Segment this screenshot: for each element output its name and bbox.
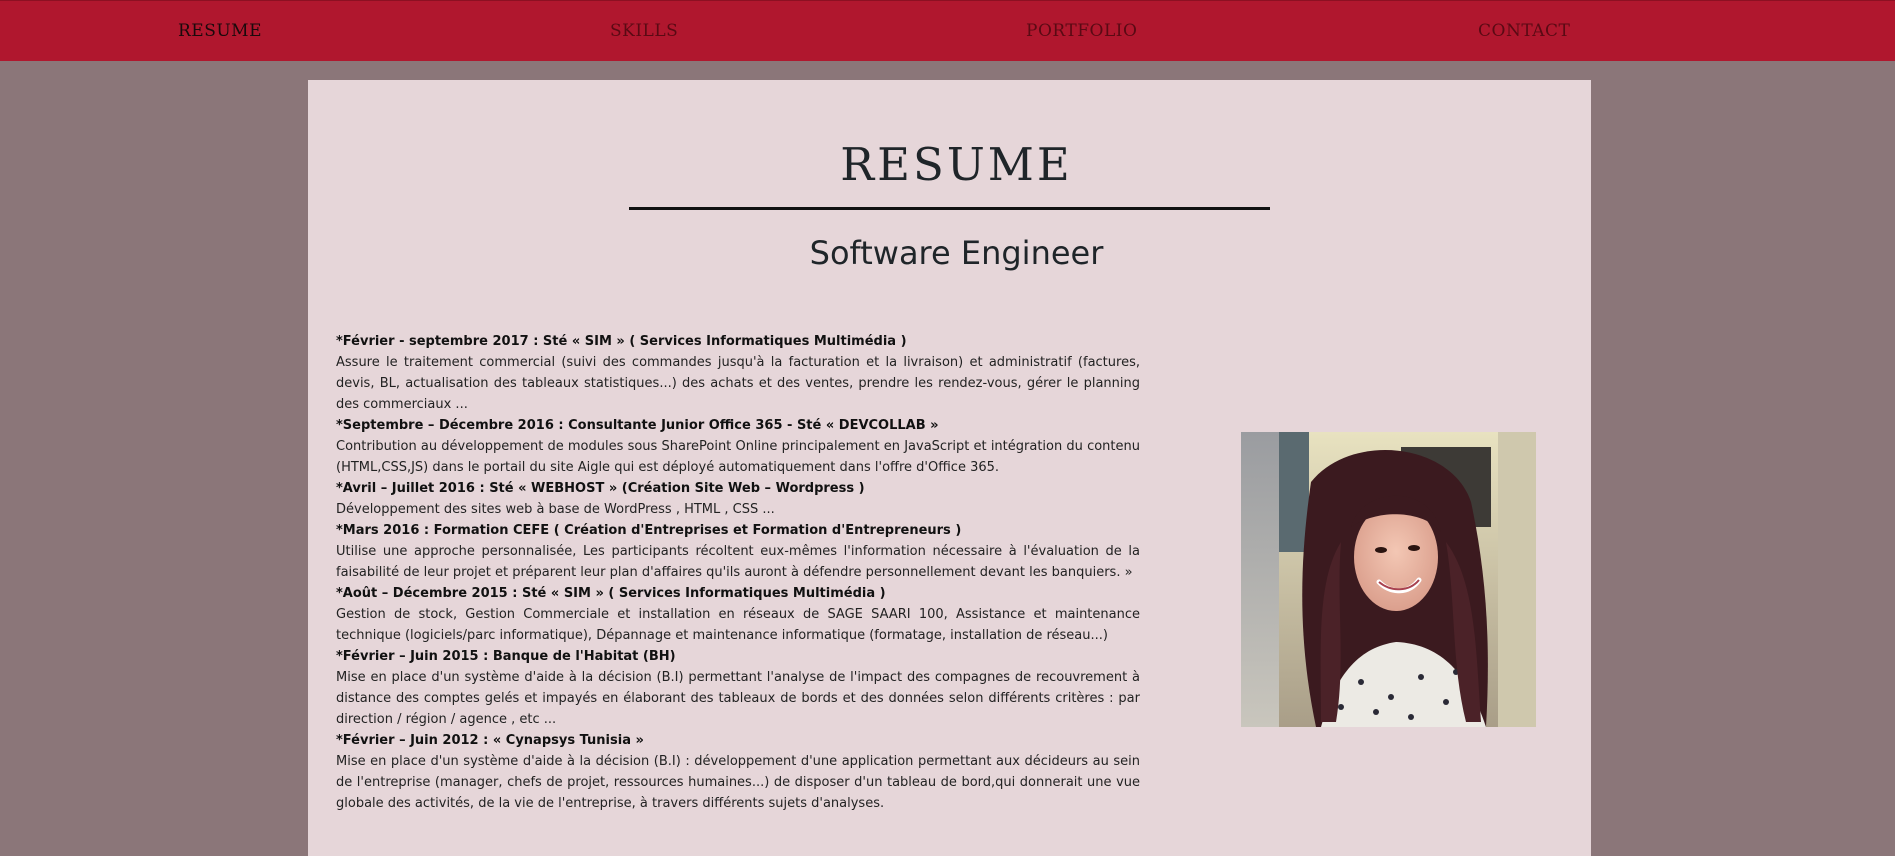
experience-heading: *Février – Juin 2015 : Banque de l'Habit… [336, 649, 676, 664]
nav-portfolio-link[interactable]: PORTFOLIO [1026, 21, 1137, 41]
experience-heading: *Septembre – Décembre 2016 : Consultante… [336, 418, 939, 433]
nav-skills-link[interactable]: SKILLS [610, 21, 678, 41]
nav-contact-link[interactable]: CONTACT [1478, 21, 1570, 41]
experience-item: *Septembre – Décembre 2016 : Consultante… [336, 415, 1140, 478]
experience-description: Assure le traitement commercial (suivi d… [336, 355, 1140, 412]
title-divider [629, 207, 1270, 210]
experience-heading: *Février – Juin 2012 : « Cynapsys Tunisi… [336, 733, 644, 748]
experience-heading: *Avril – Juillet 2016 : Sté « WEBHOST » … [336, 481, 865, 496]
experience-description: Mise en place d'un système d'aide à la d… [336, 754, 1140, 811]
experience-description: Mise en place d'un système d'aide à la d… [336, 670, 1140, 727]
experience-item: *Août – Décembre 2015 : Sté « SIM » ( Se… [336, 583, 1140, 646]
experience-item: *Mars 2016 : Formation CEFE ( Création d… [336, 520, 1140, 583]
page-title: RESUME [840, 138, 1073, 191]
experience-heading: *Mars 2016 : Formation CEFE ( Création d… [336, 523, 962, 538]
page-subtitle: Software Engineer [809, 234, 1104, 272]
experience-description: Gestion de stock, Gestion Commerciale et… [336, 607, 1140, 643]
profile-photo [1241, 432, 1536, 727]
experience-item: *Février – Juin 2015 : Banque de l'Habit… [336, 646, 1140, 730]
experience-heading: *Février - septembre 2017 : Sté « SIM » … [336, 334, 907, 349]
experience-list: *Février - septembre 2017 : Sté « SIM » … [336, 331, 1140, 814]
experience-heading: *Août – Décembre 2015 : Sté « SIM » ( Se… [336, 586, 886, 601]
experience-description: Développement des sites web à base de Wo… [336, 502, 775, 517]
experience-item: *Février - septembre 2017 : Sté « SIM » … [336, 331, 1140, 415]
experience-item: *Avril – Juillet 2016 : Sté « WEBHOST » … [336, 478, 1140, 520]
experience-description: Contribution au développement de modules… [336, 439, 1140, 475]
top-navbar: RESUME SKILLS PORTFOLIO CONTACT [0, 0, 1895, 61]
experience-description: Utilise une approche personnalisée, Les … [336, 544, 1140, 580]
experience-item: *Février – Juin 2012 : « Cynapsys Tunisi… [336, 730, 1140, 814]
nav-resume-link[interactable]: RESUME [178, 21, 262, 41]
